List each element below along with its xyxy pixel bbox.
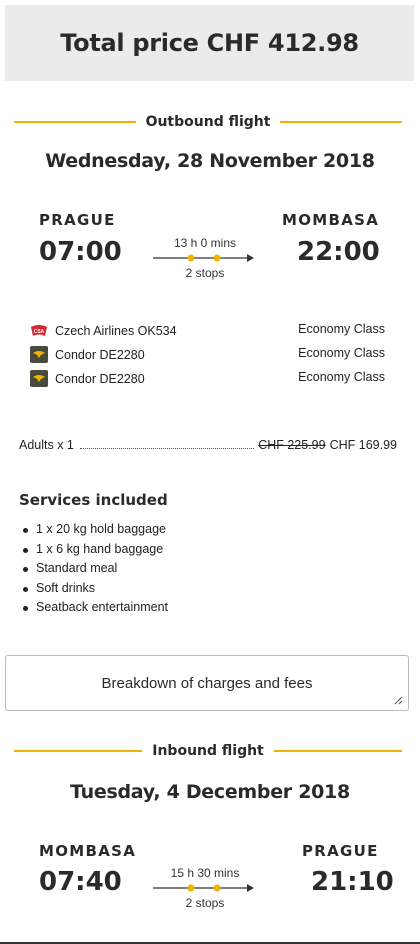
segment-carrier-2: Condor DE2280 [30,346,145,363]
services-title: Services included [19,491,168,509]
outbound-duration: 13 h 0 mins [173,236,237,250]
breakdown-label: Breakdown of charges and fees [101,674,313,692]
outbound-destination-city: MOMBASA [282,211,380,229]
service-item: 1 x 6 kg hand baggage [22,540,168,560]
czech-airlines-logo-icon: CSA [30,322,48,339]
service-item: Standard meal [22,559,168,579]
outbound-arrival-time: 22:00 [297,237,380,267]
segment-carrier-label: Condor DE2280 [55,347,145,362]
total-price-label: Total price CHF 412.98 [60,29,359,57]
discounted-price: CHF 169.99 [329,438,397,452]
original-price: CHF 225.99 [258,438,326,452]
inbound-section-divider: Inbound flight [14,743,403,759]
inbound-section-label: Inbound flight [152,743,264,759]
segment-carrier-label: Czech Airlines OK534 [55,323,177,338]
segment-carrier-label: Condor DE2280 [55,371,145,386]
divider-line [14,121,136,123]
segment-carrier-1: CSA Czech Airlines OK534 [30,322,177,339]
service-item: Soft drinks [22,579,168,599]
inbound-stops: 2 stops [185,896,225,910]
outbound-stops: 2 stops [185,266,225,280]
inbound-arrival-time: 21:10 [311,867,394,897]
total-price-banner: Total price CHF 412.98 [5,5,414,81]
segment-carrier-3: Condor DE2280 [30,370,145,387]
route-stops-icon [153,884,254,892]
inbound-date: Tuesday, 4 December 2018 [70,781,350,803]
condor-logo-icon [30,370,48,387]
service-item: Seatback entertainment [22,598,168,618]
segment-cabin-2: Economy Class [298,346,385,360]
inbound-origin-city: MOMBASA [39,842,137,860]
service-item: 1 x 20 kg hold baggage [22,520,168,540]
inbound-route-summary: 15 h 30 mins 2 stops [151,866,259,910]
condor-logo-icon [30,346,48,363]
svg-text:CSA: CSA [34,329,45,335]
passenger-price-row: Adults x 1 CHF 225.99 CHF 169.99 [19,438,397,452]
segment-cabin-1: Economy Class [298,322,385,336]
outbound-origin-city: PRAGUE [39,211,116,229]
outbound-departure-time: 07:00 [39,237,122,267]
inbound-destination-city: PRAGUE [302,842,379,860]
resize-grip-icon[interactable] [393,695,403,705]
segment-cabin-3: Economy Class [298,370,385,384]
breakdown-charges-toggle[interactable]: Breakdown of charges and fees [5,655,409,711]
outbound-date: Wednesday, 28 November 2018 [45,150,375,172]
services-list: 1 x 20 kg hold baggage 1 x 6 kg hand bag… [22,520,168,618]
dotted-leader [79,448,255,449]
outbound-section-label: Outbound flight [145,114,271,130]
inbound-duration: 15 h 30 mins [170,866,240,880]
divider-line [280,121,403,123]
divider-line [14,750,143,752]
inbound-departure-time: 07:40 [39,867,122,897]
outbound-route-summary: 13 h 0 mins 2 stops [151,236,259,280]
route-stops-icon [153,254,254,262]
passenger-count: Adults x 1 [19,438,74,452]
divider-line [273,750,403,752]
outbound-section-divider: Outbound flight [14,114,403,130]
